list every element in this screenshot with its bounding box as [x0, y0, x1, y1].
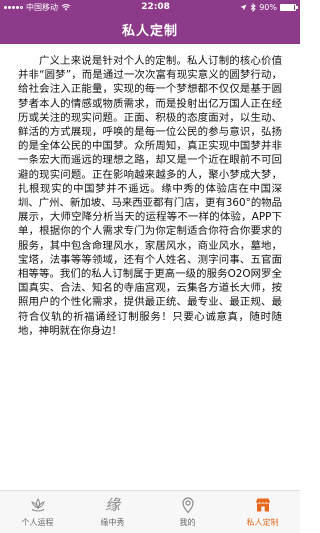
- battery-icon: [280, 3, 298, 11]
- signal-strength-icon: [4, 5, 23, 9]
- yuan-calligraphy-icon: 缘: [104, 496, 120, 514]
- article-text: 广义上来说是针对个人的定制。私人订制的核心价值并非“圆梦”，而是通过一次次富有现…: [18, 55, 283, 337]
- carrier-name: 中国移动: [26, 2, 58, 12]
- tab-label: 缘中秀: [100, 518, 125, 527]
- battery-level-fill: [281, 4, 294, 10]
- wifi-icon: [61, 4, 71, 11]
- tab-mine[interactable]: 我的: [150, 491, 225, 533]
- lotus-icon: [29, 496, 47, 514]
- tab-bar: 个人运程 缘 缘中秀 我的 私人定制: [0, 490, 300, 533]
- tab-label: 个人运程: [21, 518, 54, 527]
- tab-private-custom[interactable]: 私人定制: [225, 491, 300, 533]
- status-time: 22:08: [141, 2, 170, 12]
- location-pin-icon: [179, 496, 197, 514]
- status-bar: 中国移动 22:08 90%: [0, 0, 300, 14]
- status-bar-left: 中国移动: [4, 2, 71, 13]
- status-bar-right: 90%: [240, 2, 298, 12]
- tab-yuan-zhong-xiu[interactable]: 缘 缘中秀: [75, 491, 150, 533]
- page-title: 私人定制: [121, 23, 178, 39]
- shop-icon: [254, 496, 272, 514]
- battery-percent: 90%: [259, 2, 277, 12]
- tab-personal-fortune[interactable]: 个人运程: [0, 491, 75, 533]
- location-arrow-icon: [240, 4, 247, 10]
- bluetooth-icon: [250, 2, 256, 12]
- tab-label: 我的: [179, 518, 196, 527]
- main-content[interactable]: 广义上来说是针对个人的定制。私人订制的核心价值并非“圆梦”，而是通过一次次富有现…: [0, 44, 300, 490]
- navigation-bar: 私人定制: [0, 14, 300, 44]
- tab-label: 私人定制: [246, 518, 279, 527]
